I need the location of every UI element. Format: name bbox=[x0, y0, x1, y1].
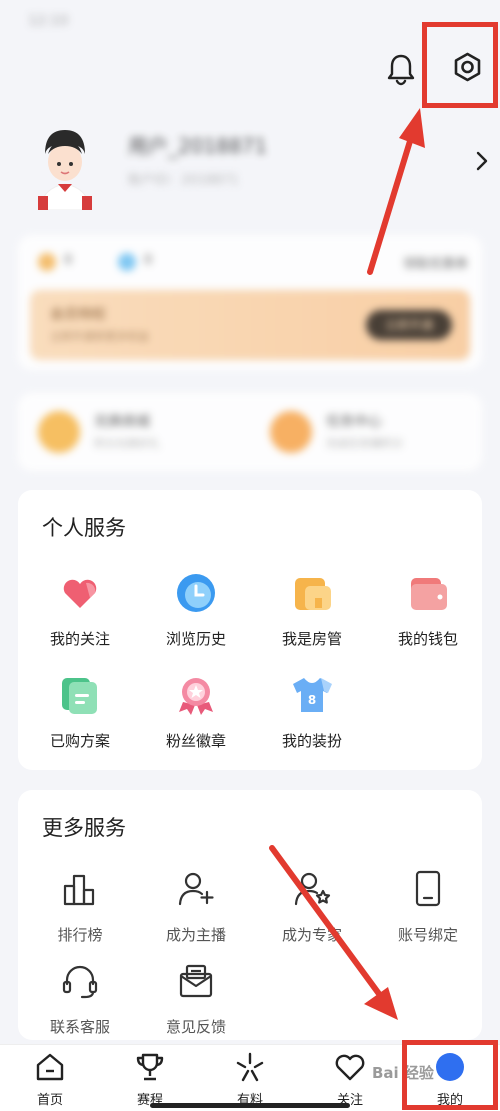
highlight-mine-box bbox=[402, 1040, 498, 1110]
my-wallet-item[interactable]: 我的钱包 bbox=[370, 572, 486, 662]
vip-card[interactable]: 0 0 领取优惠券 会员特权 立即开通享更多权益 立即开通 bbox=[18, 235, 482, 370]
highlight-settings-box bbox=[422, 22, 498, 108]
diamond-icon bbox=[118, 253, 136, 271]
status-time: 12:10 bbox=[28, 13, 69, 29]
room-manager-item[interactable]: 我是房管 bbox=[254, 572, 370, 662]
clock-icon bbox=[175, 572, 217, 614]
vip-open-button[interactable]: 立即开通 bbox=[366, 310, 452, 340]
item-label: 粉丝徽章 bbox=[165, 732, 226, 750]
mini-title: 任务中心 bbox=[326, 414, 382, 430]
more-services-card: 更多服务 排行榜 成为主播 成为专家 账号绑定 联系客服 意见反馈 bbox=[18, 790, 482, 1040]
become-streamer-item[interactable]: 成为主播 bbox=[138, 868, 254, 958]
coin-icon bbox=[38, 253, 56, 271]
contact-service-item[interactable]: 联系客服 bbox=[22, 960, 138, 1050]
home-indicator bbox=[150, 1103, 350, 1108]
leaderboard-item[interactable]: 排行榜 bbox=[22, 868, 138, 958]
item-label: 账号绑定 bbox=[397, 926, 458, 944]
item-label: 我是房管 bbox=[281, 630, 342, 648]
section-title: 个人服务 bbox=[42, 516, 126, 540]
mini-subtitle: 积分兑换好礼 bbox=[94, 437, 160, 450]
diamond-count: 0 bbox=[144, 253, 153, 268]
exchange-mall-entry[interactable]: 兑换商城 积分兑换好礼 bbox=[38, 407, 238, 457]
quick-entry-card: 兑换商城 积分兑换好礼 任务中心 完成任务赚积分 bbox=[18, 393, 482, 471]
mini-subtitle: 完成任务赚积分 bbox=[326, 437, 403, 450]
feedback-item[interactable]: 意见反馈 bbox=[138, 960, 254, 1050]
vip-row: 0 0 领取优惠券 bbox=[38, 253, 468, 277]
spark-icon bbox=[234, 1051, 266, 1083]
item-label: 我的装扮 bbox=[281, 732, 342, 750]
home-icon bbox=[34, 1051, 66, 1083]
item-label: 浏览历史 bbox=[165, 630, 226, 648]
browse-history-item[interactable]: 浏览历史 bbox=[138, 572, 254, 662]
coupon-link[interactable]: 领取优惠券 bbox=[403, 253, 468, 272]
personal-services-card: 个人服务 我的关注 浏览历史 我是房管 我的钱包 已购方案 粉丝徽章 8 我的装… bbox=[18, 490, 482, 770]
add-user-icon bbox=[175, 868, 217, 910]
fan-badge-item[interactable]: 粉丝徽章 bbox=[138, 674, 254, 764]
envelope-icon bbox=[175, 960, 217, 1002]
task-center-entry[interactable]: 任务中心 完成任务赚积分 bbox=[270, 407, 470, 457]
item-label: 排行榜 bbox=[57, 926, 103, 944]
coin-count: 0 bbox=[64, 253, 73, 268]
expert-icon bbox=[291, 868, 333, 910]
item-label: 成为主播 bbox=[165, 926, 226, 944]
vip-banner-subtitle: 立即开通享更多权益 bbox=[50, 330, 149, 343]
item-label: 意见反馈 bbox=[165, 1018, 226, 1036]
status-bar: 12:10 bbox=[28, 10, 188, 29]
jersey-icon: 8 bbox=[291, 674, 333, 716]
chevron-right-icon[interactable] bbox=[472, 150, 492, 172]
purchased-plans-item[interactable]: 已购方案 bbox=[22, 674, 138, 764]
my-follows-item[interactable]: 我的关注 bbox=[22, 572, 138, 662]
svg-text:8: 8 bbox=[308, 693, 316, 707]
profile-info: 用户_2018871 账户ID：2018871 bbox=[128, 130, 267, 188]
headset-icon bbox=[59, 960, 101, 1002]
badge-icon bbox=[175, 674, 217, 716]
phone-icon bbox=[407, 868, 449, 910]
nav-schedule[interactable]: 赛程 bbox=[100, 1051, 200, 1109]
task-icon bbox=[270, 411, 312, 453]
crown-icon bbox=[38, 411, 80, 453]
item-label: 已购方案 bbox=[49, 732, 110, 750]
become-expert-item[interactable]: 成为专家 bbox=[254, 868, 370, 958]
item-label: 联系客服 bbox=[49, 1018, 110, 1036]
nav-content[interactable]: 有料 bbox=[200, 1051, 300, 1109]
mini-title: 兑换商城 bbox=[94, 414, 150, 430]
notification-bell-icon[interactable] bbox=[380, 48, 422, 90]
avatar[interactable] bbox=[30, 120, 100, 211]
house-icon bbox=[291, 572, 333, 614]
vip-banner-title: 会员特权 bbox=[50, 307, 106, 323]
wallet-icon bbox=[407, 572, 449, 614]
item-label: 我的钱包 bbox=[397, 630, 458, 648]
section-title: 更多服务 bbox=[42, 816, 126, 840]
heart-outline-icon bbox=[334, 1051, 366, 1083]
nav-label: 首页 bbox=[36, 1093, 63, 1108]
vip-banner[interactable]: 会员特权 立即开通享更多权益 立即开通 bbox=[30, 290, 470, 360]
user-id: 账户ID：2018871 bbox=[128, 173, 239, 188]
item-label: 成为专家 bbox=[281, 926, 342, 944]
nav-home[interactable]: 首页 bbox=[0, 1051, 100, 1109]
trophy-icon bbox=[134, 1051, 166, 1083]
my-outfit-item[interactable]: 8 我的装扮 bbox=[254, 674, 370, 764]
item-label: 我的关注 bbox=[49, 630, 110, 648]
username: 用户_2018871 bbox=[128, 134, 268, 158]
bar-chart-icon bbox=[59, 868, 101, 910]
document-icon bbox=[59, 674, 101, 716]
account-binding-item[interactable]: 账号绑定 bbox=[370, 868, 486, 958]
profile-header[interactable]: 用户_2018871 账户ID：2018871 bbox=[0, 110, 500, 220]
heart-icon bbox=[59, 572, 101, 614]
